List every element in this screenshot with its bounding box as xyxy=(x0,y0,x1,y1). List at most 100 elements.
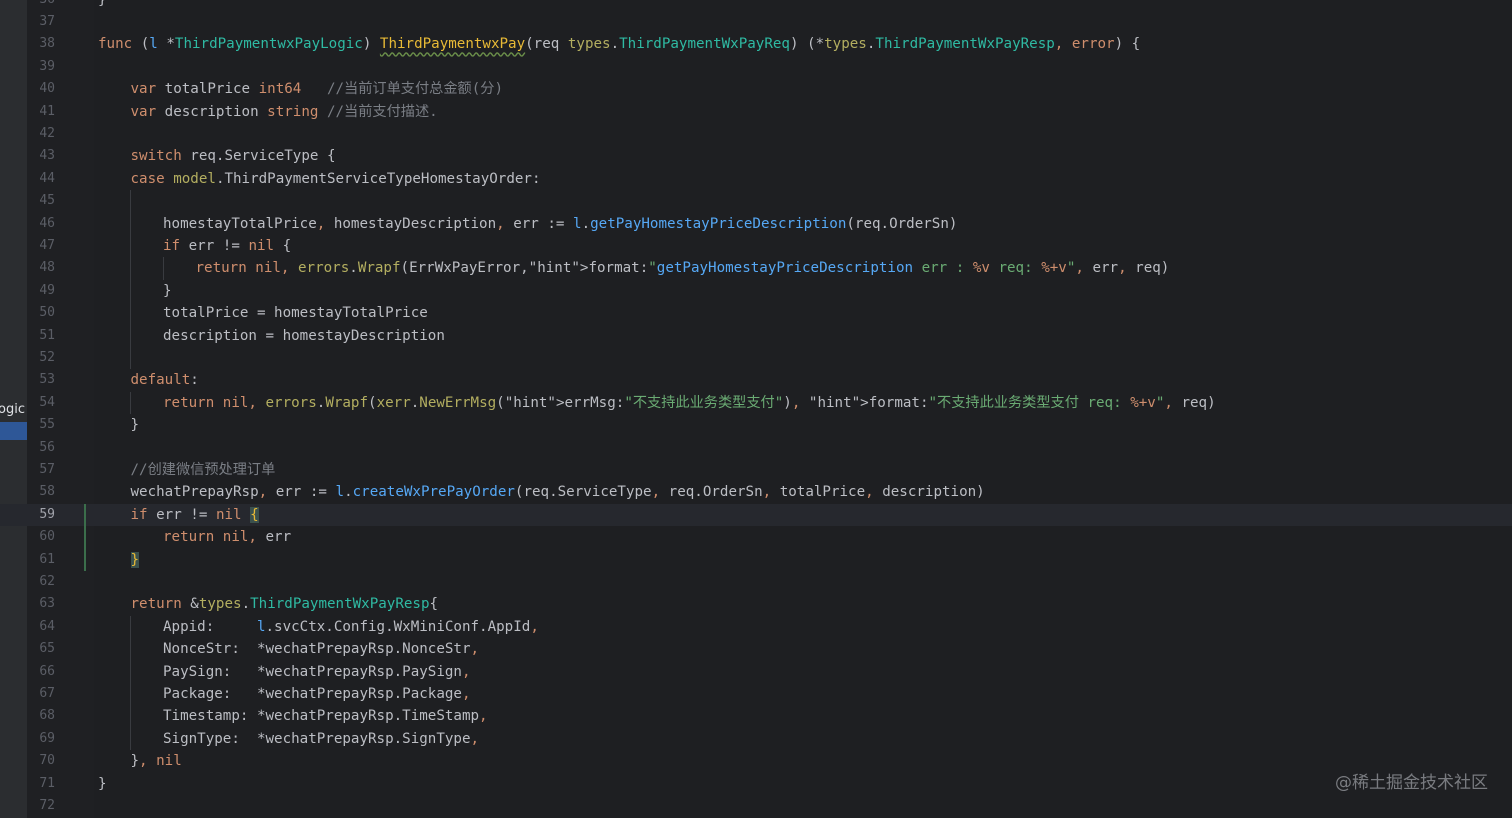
code-line[interactable]: 67 Package: *wechatPrepayRsp.Package, xyxy=(0,683,1512,705)
code-line[interactable]: 58 wechatPrepayRsp, err := l.createWxPreP… xyxy=(0,481,1512,503)
code-line[interactable]: 36} xyxy=(0,0,1512,11)
line-number[interactable]: 50 xyxy=(27,302,55,324)
line-number[interactable]: 47 xyxy=(27,235,55,257)
code-text[interactable]: } xyxy=(98,0,107,11)
code-line[interactable]: 69 SignType: *wechatPrepayRsp.SignType, xyxy=(0,728,1512,750)
code-line[interactable]: 38 func (l *ThirdPaymentwxPayLogic) Third… xyxy=(0,33,1512,55)
line-number[interactable]: 45 xyxy=(27,190,55,212)
code-line[interactable]: 50 totalPrice = homestayTotalPrice xyxy=(0,302,1512,324)
line-number[interactable]: 49 xyxy=(27,280,55,302)
code-text[interactable]: PaySign: *wechatPrepayRsp.PaySign, xyxy=(163,661,471,683)
line-number[interactable]: 71 xyxy=(27,773,55,795)
code-line[interactable]: 46 homestayTotalPrice, homestayDescriptio… xyxy=(0,213,1512,235)
code-text[interactable]: return nil, errors.Wrapf(xerr.NewErrMsg(… xyxy=(163,392,1216,414)
line-number[interactable]: 62 xyxy=(27,571,55,593)
code-text[interactable]: if err != nil { xyxy=(163,235,291,257)
code-text[interactable]: Timestamp: *wechatPrepayRsp.TimeStamp, xyxy=(163,705,488,727)
line-number[interactable]: 60 xyxy=(27,526,55,548)
line-number[interactable]: 42 xyxy=(27,123,55,145)
code-text[interactable]: case model.ThirdPaymentServiceTypeHomest… xyxy=(131,168,541,190)
code-line[interactable]: 39 xyxy=(0,56,1512,78)
line-number[interactable]: 55 xyxy=(27,414,55,436)
code-line[interactable]: 72 xyxy=(0,795,1512,817)
vcs-change-marker[interactable] xyxy=(84,503,86,571)
line-number[interactable]: 54 xyxy=(27,392,55,414)
line-number[interactable]: 43 xyxy=(27,145,55,167)
code-line[interactable]: 57 //创建微信预处理订单 xyxy=(0,459,1512,481)
line-number[interactable]: 48 xyxy=(27,257,55,279)
line-number[interactable]: 59 xyxy=(27,504,55,526)
code-line[interactable]: 53 default: xyxy=(0,369,1512,391)
line-number[interactable]: 72 xyxy=(27,795,55,817)
line-number[interactable]: 65 xyxy=(27,638,55,660)
line-number[interactable]: 66 xyxy=(27,661,55,683)
code-text[interactable]: return nil, err xyxy=(163,526,291,548)
code-text[interactable]: func (l *ThirdPaymentwxPayLogic) ThirdPa… xyxy=(98,33,1140,55)
line-number[interactable]: 52 xyxy=(27,347,55,369)
code-text[interactable]: return nil, errors.Wrapf(ErrWxPayError,"… xyxy=(196,257,1170,279)
code-line[interactable]: 42 xyxy=(0,123,1512,145)
code-line[interactable]: 49} xyxy=(0,280,1512,302)
line-number[interactable]: 41 xyxy=(27,101,55,123)
code-line[interactable]: 62 xyxy=(0,571,1512,593)
code-text[interactable]: } xyxy=(130,549,140,571)
code-line[interactable]: 55} xyxy=(0,414,1512,436)
line-number[interactable]: 58 xyxy=(27,481,55,503)
code-text[interactable]: SignType: *wechatPrepayRsp.SignType, xyxy=(163,728,479,750)
code-text[interactable]: totalPrice = homestayTotalPrice xyxy=(163,302,428,324)
code-line[interactable]: 40 var totalPrice int64 //当前订单支付总金额(分) xyxy=(0,78,1512,100)
line-number[interactable]: 44 xyxy=(27,168,55,190)
code-line[interactable]: 64 Appid: l.svcCtx.Config.WxMiniConf.AppI… xyxy=(0,616,1512,638)
code-text[interactable]: NonceStr: *wechatPrepayRsp.NonceStr, xyxy=(163,638,479,660)
line-number[interactable]: 61 xyxy=(27,549,55,571)
line-number[interactable]: 64 xyxy=(27,616,55,638)
code-line[interactable]: 63 return &types.ThirdPaymentWxPayResp{ xyxy=(0,593,1512,615)
code-text[interactable]: return &types.ThirdPaymentWxPayResp{ xyxy=(131,593,439,615)
code-text[interactable]: switch req.ServiceType { xyxy=(131,145,336,167)
code-line[interactable]: 44 case model.ThirdPaymentServiceTypeHome… xyxy=(0,168,1512,190)
line-number[interactable]: 46 xyxy=(27,213,55,235)
code-line[interactable]: 43 switch req.ServiceType { xyxy=(0,145,1512,167)
line-number[interactable]: 40 xyxy=(27,78,55,100)
code-line[interactable]: 59 if err != nil { xyxy=(0,503,1512,527)
code-text[interactable]: Package: *wechatPrepayRsp.Package, xyxy=(163,683,471,705)
code-text[interactable]: } xyxy=(131,414,140,436)
code-text[interactable]: var totalPrice int64 //当前订单支付总金额(分) xyxy=(131,78,504,100)
line-number[interactable]: 67 xyxy=(27,683,55,705)
code-line[interactable]: 41 var description string //当前支付描述. xyxy=(0,101,1512,123)
line-number[interactable]: 68 xyxy=(27,705,55,727)
code-text[interactable]: wechatPrepayRsp, err := l.createWxPrePay… xyxy=(131,481,985,503)
code-text[interactable]: homestayTotalPrice, homestayDescription,… xyxy=(163,213,957,235)
code-text[interactable]: default: xyxy=(131,369,199,391)
code-line[interactable]: 48 return nil, errors.Wrapf(ErrWxPayError… xyxy=(0,257,1512,279)
code-text[interactable]: Appid: l.svcCtx.Config.WxMiniConf.AppId, xyxy=(163,616,539,638)
code-text[interactable]: var description string //当前支付描述. xyxy=(131,101,438,123)
code-line[interactable]: 65 NonceStr: *wechatPrepayRsp.NonceStr, xyxy=(0,638,1512,660)
code-text[interactable]: }, nil xyxy=(131,750,182,772)
code-line[interactable]: 66 PaySign: *wechatPrepayRsp.PaySign, xyxy=(0,661,1512,683)
line-number[interactable]: 39 xyxy=(27,56,55,78)
line-number[interactable]: 56 xyxy=(27,437,55,459)
code-line[interactable]: 60 return nil, err xyxy=(0,526,1512,548)
line-number[interactable]: 70 xyxy=(27,750,55,772)
code-text[interactable]: if err != nil { xyxy=(131,504,259,526)
code-line[interactable]: 56 xyxy=(0,437,1512,459)
line-number[interactable]: 51 xyxy=(27,325,55,347)
code-line[interactable]: 54 return nil, errors.Wrapf(xerr.NewErrMs… xyxy=(0,392,1512,414)
line-number[interactable]: 53 xyxy=(27,369,55,391)
code-line[interactable]: 68 Timestamp: *wechatPrepayRsp.TimeStamp, xyxy=(0,705,1512,727)
line-number[interactable]: 38 xyxy=(27,33,55,55)
code-text[interactable]: } xyxy=(163,280,172,302)
code-line[interactable]: 71} xyxy=(0,773,1512,795)
line-number[interactable]: 69 xyxy=(27,728,55,750)
code-line[interactable]: 51 description = homestayDescription xyxy=(0,325,1512,347)
code-line[interactable]: 47 if err != nil { xyxy=(0,235,1512,257)
code-line[interactable]: 45 xyxy=(0,190,1512,212)
line-number[interactable]: 36 xyxy=(27,0,55,11)
code-text[interactable]: } xyxy=(98,773,107,795)
line-number[interactable]: 57 xyxy=(27,459,55,481)
code-line[interactable]: 37 xyxy=(0,11,1512,33)
code-text[interactable]: //创建微信预处理订单 xyxy=(131,459,276,481)
code-line[interactable]: 52 xyxy=(0,347,1512,369)
line-number[interactable]: 63 xyxy=(27,593,55,615)
